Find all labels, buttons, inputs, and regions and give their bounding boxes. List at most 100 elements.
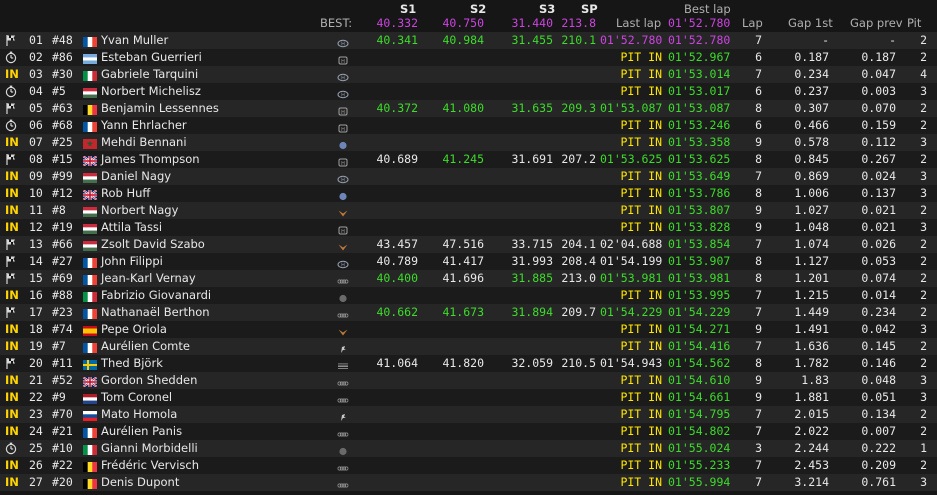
table-row[interactable]: 01 #48 Yvan Muller H 40.341 40.984 31.455 210.1… <box>0 32 937 49</box>
table-row[interactable]: 13 #66 Zsolt David Szabo 43.457 47.516 33.715… <box>0 236 937 253</box>
gap-to-first: - <box>822 33 829 47</box>
best-lap-time: 01'54.271 <box>668 322 731 336</box>
sector-2-time: 41.820 <box>442 356 484 370</box>
best-lap-time: 01'53.854 <box>668 237 731 251</box>
driver-name[interactable]: Esteban Guerrieri <box>101 49 202 66</box>
table-row[interactable]: 04 #5 Norbert Michelisz H PIT IN 01'53.017 6 0.… <box>0 83 937 100</box>
manufacturer-logo-icon <box>337 291 349 303</box>
driver-name[interactable]: Gordon Shedden <box>101 372 197 389</box>
driver-name[interactable]: Yvan Muller <box>101 32 168 49</box>
table-row[interactable]: IN 21 #52 Gordon Shedden PIT IN 01'54.610 9 1.8… <box>0 372 937 389</box>
driver-name[interactable]: Daniel Nagy <box>101 168 171 185</box>
clock-icon <box>5 119 17 132</box>
sector-3-time: 31.635 <box>511 101 553 115</box>
driver-name[interactable]: Rob Huff <box>101 185 150 202</box>
best-lap-time: 01'52.780 <box>668 33 731 47</box>
driver-name[interactable]: Zsolt David Szabo <box>101 236 205 253</box>
header-sp[interactable]: SP <box>581 2 598 16</box>
last-lap-time: PIT IN <box>620 67 662 81</box>
pit-count: 2 <box>920 203 927 217</box>
gap-to-previous: 0.042 <box>861 322 896 336</box>
table-row[interactable]: IN 10 #12 Rob Huff PIT IN 01'53.786 8 1.006 0.13… <box>0 185 937 202</box>
status-in-label: IN <box>5 203 19 217</box>
status-in-label: IN <box>5 186 19 200</box>
table-row[interactable]: IN 11 #8 Norbert Nagy PIT IN 01'53.807 9 1.027 0… <box>0 202 937 219</box>
driver-name[interactable]: Nathanaël Berthon <box>101 304 210 321</box>
driver-name[interactable]: Mehdi Bennani <box>101 134 187 151</box>
table-row[interactable]: IN 22 #9 Tom Coronel PIT IN 01'54.661 9 1.881 0.… <box>0 389 937 406</box>
header-best-lap[interactable]: Best lap <box>684 2 731 16</box>
gap-to-first: 0.845 <box>794 152 829 166</box>
header-last-lap[interactable]: Last lap <box>616 16 661 30</box>
driver-name[interactable]: Fabrizio Giovanardi <box>101 287 211 304</box>
driver-name[interactable]: Norbert Nagy <box>101 202 178 219</box>
car-number: #12 <box>52 186 73 200</box>
gap-to-previous: 0.112 <box>861 135 896 149</box>
table-row[interactable]: IN 07 #25 Mehdi Bennani PIT IN 01'53.358 9 0.57… <box>0 134 937 151</box>
driver-name[interactable]: Gianni Morbidelli <box>101 440 198 457</box>
table-row[interactable]: IN 24 #21 Aurélien Panis PIT IN 01'54.802 7 2.0… <box>0 423 937 440</box>
header-s2[interactable]: S2 <box>470 2 486 16</box>
table-row[interactable]: IN 19 #7 Aurélien Comte PIT IN 01'54.416 7 1.63… <box>0 338 937 355</box>
sector-1-time: 40.372 <box>376 101 418 115</box>
car-number: #88 <box>52 288 73 302</box>
gap-to-first: 0.234 <box>794 67 829 81</box>
table-row[interactable]: 08 #15 James Thompson H 40.689 41.245 31.691 20… <box>0 151 937 168</box>
status-in-label: IN <box>5 169 19 183</box>
header-gap-1st[interactable]: Gap 1st <box>788 16 833 30</box>
sector-1-time: 40.789 <box>376 254 418 268</box>
driver-name[interactable]: Jean-Karl Vernay <box>101 270 196 287</box>
best-lap-time: 01'54.795 <box>668 407 731 421</box>
table-row[interactable]: 20 #11 Thed Björk 41.064 41.820 32.059 210.5 01… <box>0 355 937 372</box>
driver-name[interactable]: John Filippi <box>101 253 163 270</box>
table-row[interactable]: IN 12 #19 Attila Tassi H PIT IN 01'53.828 9 1.04… <box>0 219 937 236</box>
manufacturer-logo-icon <box>337 308 349 318</box>
driver-name[interactable]: Gabriele Tarquini <box>101 66 198 83</box>
last-lap-time: 01'53.625 <box>600 152 663 166</box>
header-pit[interactable]: Pit <box>907 16 921 30</box>
header-lap[interactable]: Lap <box>742 16 763 30</box>
driver-name[interactable]: Mato Homola <box>101 406 177 423</box>
driver-name[interactable]: Denis Dupont <box>101 474 179 491</box>
last-lap-time: 01'52.780 <box>600 33 663 47</box>
table-row[interactable]: 06 #68 Yann Ehrlacher H PIT IN 01'53.246 6 0.46… <box>0 117 937 134</box>
last-lap-time: PIT IN <box>620 186 662 200</box>
driver-name[interactable]: Tom Coronel <box>101 389 172 406</box>
country-flag-icon <box>83 120 98 132</box>
table-row[interactable]: IN 03 #30 Gabriele Tarquini H PIT IN 01'53.014… <box>0 66 937 83</box>
table-row[interactable]: 17 #23 Nathanaël Berthon 40.662 41.673 31.894… <box>0 304 937 321</box>
country-flag-icon <box>83 341 98 353</box>
table-row[interactable]: 14 #27 John Filippi H 40.789 41.417 31.993 208.… <box>0 253 937 270</box>
driver-name[interactable]: James Thompson <box>101 151 200 168</box>
table-row[interactable]: 25 #10 Gianni Morbidelli PIT IN 01'55.024 3 2.… <box>0 440 937 457</box>
header-s1[interactable]: S1 <box>400 2 416 16</box>
driver-name[interactable]: Yann Ehrlacher <box>101 117 187 134</box>
header-gap-prev[interactable]: Gap prev <box>850 16 903 30</box>
position: 24 <box>29 424 43 438</box>
driver-name[interactable]: Norbert Michelisz <box>101 83 201 100</box>
table-row[interactable]: IN 09 #99 Daniel Nagy H PIT IN 01'53.649 7 0.869… <box>0 168 937 185</box>
driver-name[interactable]: Aurélien Panis <box>101 423 182 440</box>
table-row[interactable]: IN 16 #88 Fabrizio Giovanardi PIT IN 01'53.99… <box>0 287 937 304</box>
driver-name[interactable]: Attila Tassi <box>101 219 162 236</box>
driver-name[interactable]: Aurélien Comte <box>101 338 190 355</box>
driver-name[interactable]: Benjamin Lessennes <box>101 100 219 117</box>
driver-name[interactable]: Thed Björk <box>101 355 163 372</box>
table-row[interactable]: 05 #63 Benjamin Lessennes H 40.372 41.080 31.6… <box>0 100 937 117</box>
driver-name[interactable]: Frédéric Vervisch <box>101 457 199 474</box>
table-row[interactable]: IN 26 #22 Frédéric Vervisch PIT IN 01'55.233 7… <box>0 457 937 474</box>
gap-to-previous: 0.145 <box>861 339 896 353</box>
table-row[interactable]: 15 #69 Jean-Karl Vernay 40.400 41.696 31.885 2… <box>0 270 937 287</box>
table-row[interactable]: IN 18 #74 Pepe Oriola PIT IN 01'54.271 9 1.491 0… <box>0 321 937 338</box>
table-row[interactable]: IN 27 #20 Denis Dupont PIT IN 01'55.994 7 3.214… <box>0 474 937 491</box>
last-lap-time: PIT IN <box>620 169 662 183</box>
driver-name[interactable]: Pepe Oriola <box>101 321 167 338</box>
gap-to-first: 0.466 <box>794 118 829 132</box>
gap-to-first: 1.215 <box>794 288 829 302</box>
gap-to-previous: 0.014 <box>861 288 896 302</box>
header-s3[interactable]: S3 <box>539 2 555 16</box>
pit-count: 3 <box>920 169 927 183</box>
table-row[interactable]: IN 23 #70 Mato Homola PIT IN 01'54.795 7 2.015 0… <box>0 406 937 423</box>
table-row[interactable]: 02 #86 Esteban Guerrieri H PIT IN 01'52.967 6 0… <box>0 49 937 66</box>
position: 04 <box>29 84 43 98</box>
